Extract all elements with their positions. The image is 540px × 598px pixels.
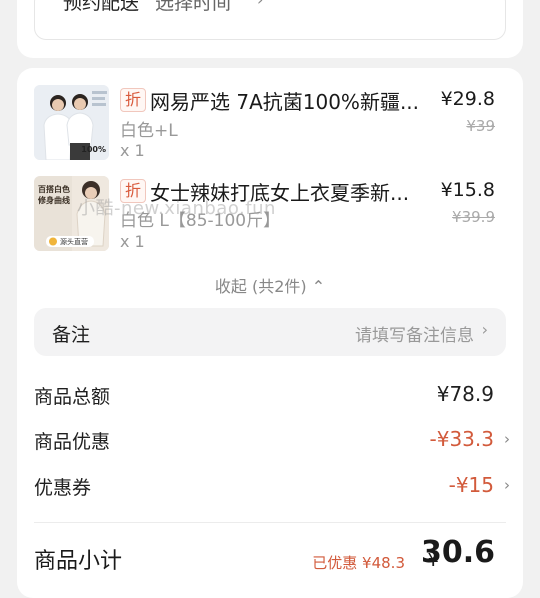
chevron-right-icon: › [257, 0, 263, 9]
product-item[interactable]: 100% 折 网易严选 7A抗菌100%新疆... 白色+L x 1 ¥29.8… [17, 85, 523, 165]
coupon-row[interactable]: 优惠券 -¥15 › [34, 473, 510, 503]
delivery-card: 预约配送 选择时间 › [17, 0, 523, 58]
product-original-price: ¥39.9 [452, 208, 495, 226]
product-thumbnail[interactable]: 100% [34, 85, 109, 160]
select-time-link[interactable]: 选择时间 [155, 0, 231, 15]
thumbnail-caption: 百搭白色 修身曲线 [38, 185, 70, 205]
coupon-value: -¥15 [448, 473, 494, 497]
divider [34, 522, 506, 523]
order-card: 100% 折 网易严选 7A抗菌100%新疆... 白色+L x 1 ¥29.8… [17, 68, 523, 598]
discount-tag: 折 [120, 88, 146, 112]
saved-amount: 已优惠 ¥48.3 [312, 554, 405, 572]
subtotal-value: 30.6 [420, 535, 495, 570]
collapse-items-button[interactable]: 收起 (共2件) ⌃ [17, 273, 523, 297]
goods-discount-label: 商品优惠 [34, 431, 111, 453]
goods-discount-value: -¥33.3 [429, 427, 494, 451]
note-input[interactable]: 请填写备注信息 [355, 321, 474, 346]
product-price: ¥15.8 [440, 179, 495, 201]
product-spec: 白色+L [120, 121, 178, 141]
thumbnail-caption: 100% [81, 145, 106, 154]
product-title[interactable]: 网易严选 7A抗菌100%新疆... [150, 86, 420, 115]
coupon-label: 优惠券 [34, 477, 92, 499]
subtotal-label: 商品小计 [34, 549, 123, 574]
chevron-right-icon: › [481, 320, 488, 339]
thumbnail-badge: 源头直营 [60, 238, 88, 246]
goods-total-value: ¥78.9 [436, 382, 494, 406]
chevron-up-icon: ⌃ [311, 277, 326, 296]
order-note-row[interactable]: 备注 请填写备注信息 › [34, 308, 506, 356]
schedule-delivery-row[interactable]: 预约配送 选择时间 › [34, 0, 506, 40]
chevron-right-icon: › [504, 430, 510, 448]
product-original-price: ¥39 [466, 117, 495, 135]
watermark-text: 小酷-new.xianbao.fun [77, 198, 276, 219]
goods-discount-row[interactable]: 商品优惠 -¥33.3 › [34, 427, 510, 457]
note-label: 备注 [52, 324, 91, 346]
goods-total-label: 商品总额 [34, 386, 111, 408]
product-quantity: x 1 [120, 141, 145, 160]
product-price: ¥29.8 [440, 88, 495, 110]
chevron-right-icon: › [504, 476, 510, 494]
collapse-label: 收起 (共2件) [214, 277, 307, 296]
schedule-delivery-label: 预约配送 [63, 0, 140, 14]
product-quantity: x 1 [120, 232, 145, 251]
goods-total-row: 商品总额 ¥78.9 [34, 382, 506, 412]
